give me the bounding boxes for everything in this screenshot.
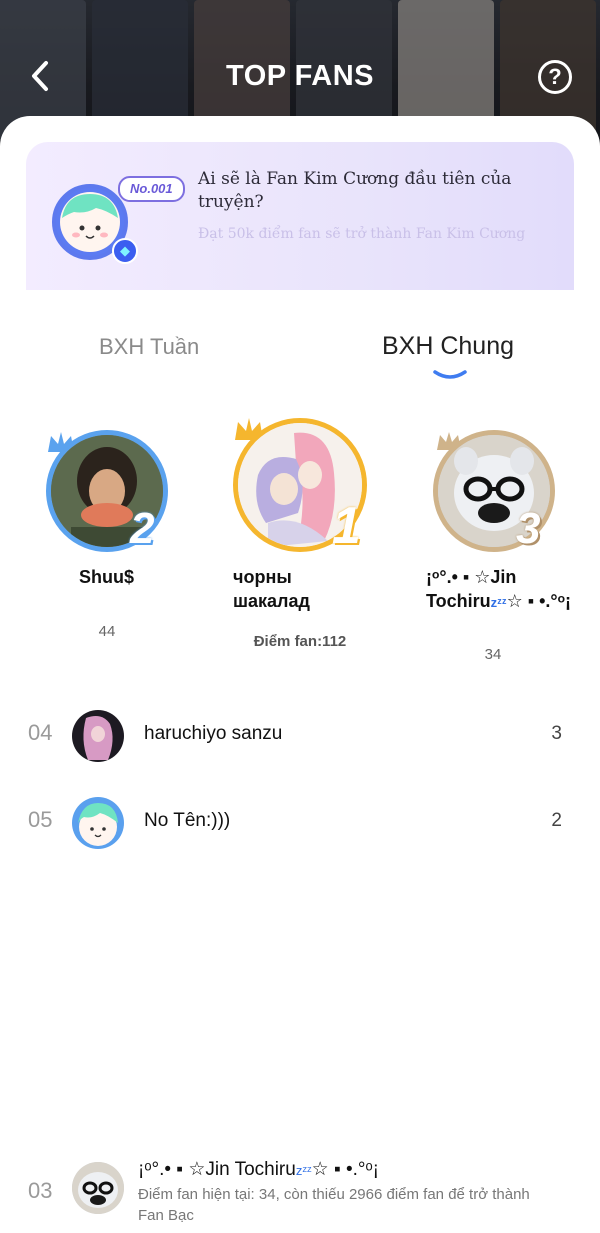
tab-overall[interactable]: BXH Chung [382, 332, 514, 361]
fan-name-tail: ☆ ▪ •.°ᵒ¡ [311, 1159, 380, 1180]
current-user-rank[interactable]: 03 ¡ᵒ°.• ▪ ☆Jin Tochiruzᶻᶻ☆ ▪ •.°ᵒ¡ Điểm… [0, 1150, 600, 1230]
help-circle-icon: ? [548, 64, 562, 89]
page-title: TOP FANS [226, 60, 374, 92]
fan-name: haruchiyo sanzu [144, 723, 283, 744]
rank-number: 1 [332, 497, 361, 555]
fan-name: ¡ᵒ°.• ▪ ☆Jin Tochiruzᶻᶻ☆ ▪ •.°ᵒ¡ [138, 1158, 379, 1181]
avatar [72, 1162, 124, 1214]
fan-name: No Tên:))) [144, 810, 231, 831]
diamond-icon: ◆ [112, 238, 138, 264]
progress-note: Điểm fan hiện tại: 34, còn thiếu 2966 đi… [138, 1186, 530, 1224]
rank-number: 03 [28, 1178, 53, 1203]
fan-score: Điểm fan:112 [253, 633, 347, 650]
fan-score: 3 [551, 723, 562, 744]
fan-score: 2 [551, 810, 562, 831]
rank-number: 2 [130, 504, 155, 553]
fan-name-suffix: zᶻᶻ [490, 595, 507, 610]
rank-number: 3 [516, 504, 541, 553]
promo-title: Ai sẽ là Fan Kim Cương đầu tiên của truy… [198, 169, 512, 212]
rank-number: 04 [28, 720, 53, 745]
active-tab-indicator [433, 370, 467, 379]
fan-score: 44 [98, 623, 116, 640]
content-sheet: ◆ No.001 Ai sẽ là Fan Kim Cương đầu tiên… [0, 116, 600, 1233]
rank-number: 05 [28, 807, 53, 832]
fan-name: чорны шакалад [233, 567, 310, 611]
avatar [72, 797, 124, 849]
list-item[interactable]: 04 haruchiyo sanzu 3 [0, 706, 600, 766]
fan-name-suffix: zᶻᶻ [295, 1163, 312, 1178]
rank-badge: No.001 [118, 176, 185, 202]
help-button[interactable]: ? [538, 60, 572, 94]
promo-subtitle: Đạt 50k điểm fan sẽ trở thành Fan Kim Cư… [198, 226, 526, 242]
fan-name-main: ¡ᵒ°.• ▪ ☆Jin Tochiru [138, 1159, 296, 1180]
fan-name-tail: ☆ ▪ •.°ᵒ¡ [506, 591, 571, 611]
fan-score: 34 [484, 646, 502, 663]
avatar [72, 710, 124, 762]
fan-name: ¡ᵒ°.• ▪ ☆Jin Tochiruzᶻᶻ☆ ▪ •.°ᵒ¡ [426, 565, 576, 615]
list-item[interactable]: 05 No Tên:))) 2 [0, 793, 600, 853]
fan-name: Shuu$ [79, 567, 135, 587]
tab-weekly[interactable]: BXH Tuần [99, 334, 199, 360]
diamond-fan-promo: ◆ No.001 Ai sẽ là Fan Kim Cương đầu tiên… [26, 142, 574, 290]
